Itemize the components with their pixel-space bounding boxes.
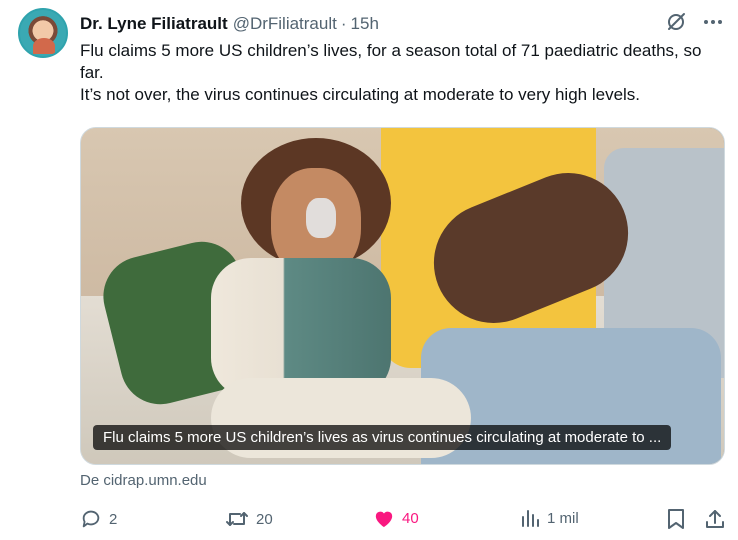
author-handle[interactable]: @DrFiliatrault [233,14,337,34]
share-button[interactable] [704,508,726,530]
grok-slash-icon[interactable] [664,10,688,34]
tweet-timestamp[interactable]: 15h [351,14,379,34]
link-card-image[interactable]: Flu claims 5 more US children’s lives as… [80,127,725,465]
views-button[interactable]: 1 mil [520,508,579,528]
tweet-header: Dr. Lyne Filiatrault @DrFiliatrault · 15… [80,12,658,36]
like-count: 40 [402,509,419,527]
author-name[interactable]: Dr. Lyne Filiatrault [80,14,228,34]
views-count: 1 mil [547,509,579,527]
reply-button[interactable]: 2 [80,508,117,530]
photo-nebulizer-mask [306,198,336,238]
share-icon [704,508,726,530]
tweet-top-actions [664,10,724,34]
header-separator: · [340,14,347,33]
views-icon [520,508,540,528]
tweet-text-line1: Flu claims 5 more US children’s lives, f… [80,41,702,82]
repost-count: 20 [256,510,273,528]
repost-icon [225,508,249,530]
heart-icon [373,508,395,528]
reply-count: 2 [109,510,118,528]
photo-scene [81,128,724,464]
photo-child-sweater [211,258,391,398]
reply-icon [80,508,102,530]
repost-button[interactable]: 20 [225,508,273,530]
bookmark-button[interactable] [667,508,685,530]
bookmark-icon [667,508,685,530]
more-icon[interactable] [702,11,724,33]
tweet-actions: 2 20 40 1 mil [80,508,728,532]
like-button[interactable]: 40 [373,508,419,528]
tweet-text: Flu claims 5 more US children’s lives, f… [80,40,720,106]
avatar[interactable] [18,8,68,58]
link-source[interactable]: De cidrap.umn.edu [80,472,207,489]
link-card-title[interactable]: Flu claims 5 more US children’s lives as… [93,425,672,450]
tweet-text-line2: It’s not over, the virus continues circu… [80,85,641,104]
